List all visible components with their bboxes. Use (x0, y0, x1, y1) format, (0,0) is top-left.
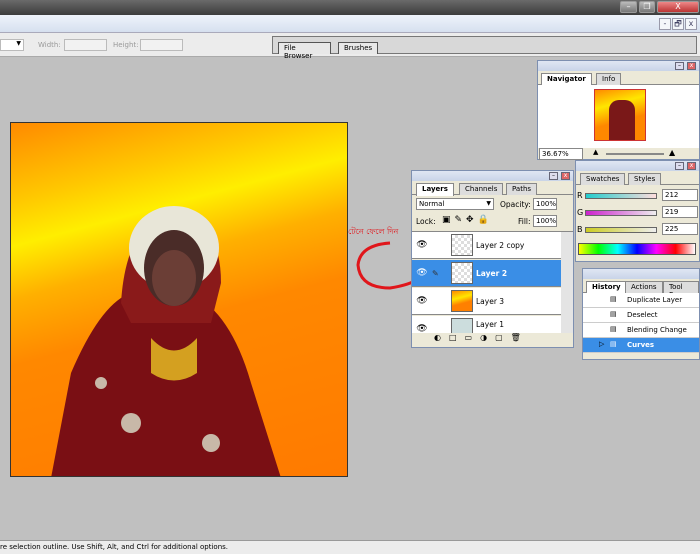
opacity-input[interactable]: 100% (533, 198, 557, 210)
width-input[interactable] (64, 39, 107, 51)
panel-minimize-button[interactable]: – (675, 162, 684, 170)
green-value[interactable]: 219 (662, 206, 698, 218)
document-canvas[interactable] (10, 122, 348, 477)
layer-row-selected[interactable]: 👁 ✎ Layer 2 (412, 260, 561, 287)
history-state-icon: ▤ (610, 340, 617, 348)
tab-paths[interactable]: Paths (506, 183, 538, 195)
blend-mode-dropdown[interactable]: Normal ▼ (416, 198, 494, 210)
panel-close-button[interactable]: x (687, 62, 696, 70)
r-label: R (577, 191, 583, 200)
panel-minimize-button[interactable]: – (549, 172, 558, 180)
eye-icon[interactable]: 👁 (414, 320, 430, 333)
tab-info[interactable]: Info (596, 73, 622, 85)
g-label: G (577, 208, 584, 217)
tab-actions[interactable]: Actions (625, 281, 663, 293)
height-label: Height: (113, 41, 139, 49)
history-item-label: Blending Change (627, 326, 687, 334)
restore-button[interactable]: ❐ (639, 1, 655, 13)
annotation-text: টেনে ফেলে দিন (348, 226, 398, 239)
history-item-label: Duplicate Layer (627, 296, 683, 304)
navigator-thumbnail[interactable] (594, 89, 646, 141)
brush-icon: ✎ (432, 269, 439, 278)
layers-footer-icons[interactable]: ◐□▭◑▢🗑 (412, 333, 573, 345)
tab-file-browser[interactable]: File Browser (278, 42, 331, 60)
zoom-out-icon[interactable]: ▲ (593, 148, 598, 156)
lock-label: Lock: (416, 217, 436, 226)
zoom-slider[interactable] (606, 153, 664, 155)
fill-label: Fill: (518, 217, 531, 226)
tab-styles[interactable]: Styles (628, 173, 662, 185)
minimize-button[interactable]: – (620, 1, 637, 13)
title-bar: – ❐ X (0, 0, 700, 15)
status-text: re selection outline. Use Shift, Alt, an… (0, 543, 229, 551)
blue-value[interactable]: 225 (662, 223, 698, 235)
close-button[interactable]: X (657, 1, 699, 13)
layer-name: Layer 3 (476, 297, 505, 306)
tab-channels[interactable]: Channels (459, 183, 504, 195)
history-state-icon: ▤ (610, 310, 617, 318)
history-item[interactable]: ▤ Deselect (583, 308, 699, 323)
history-panel: HistoryActionsTool Pres ▤Duplicate Layer… (582, 268, 700, 360)
style-dropdown[interactable]: ▼ (0, 39, 24, 51)
chevron-down-icon: ▼ (16, 40, 21, 47)
history-pointer-icon: ▷ (599, 340, 605, 348)
red-slider[interactable] (585, 193, 657, 199)
color-ramp[interactable] (578, 243, 696, 255)
history-item-label: Deselect (627, 311, 658, 319)
zoom-level[interactable]: 36.67% (539, 148, 583, 160)
b-label: B (577, 225, 583, 234)
layer-name: Layer 2 copy (476, 241, 525, 250)
lock-icons[interactable]: ▣✎✥🔒 (442, 215, 493, 225)
history-item-selected[interactable]: ▷ ▤ Curves (583, 338, 699, 353)
history-item[interactable]: ▤ Duplicate Layer (583, 293, 699, 308)
eye-icon[interactable]: 👁 (414, 264, 430, 282)
layer-row[interactable]: 👁 Layer 1 (412, 316, 561, 333)
layer-thumbnail (451, 262, 473, 284)
height-input[interactable] (140, 39, 183, 51)
girl-photo (51, 206, 281, 476)
fill-input[interactable]: 100% (533, 215, 557, 227)
chevron-down-icon: ▼ (486, 200, 491, 207)
history-state-icon: ▤ (610, 295, 617, 303)
green-slider[interactable] (585, 210, 657, 216)
panel-close-button[interactable]: x (687, 162, 696, 170)
layer-thumbnail (451, 318, 473, 333)
history-item[interactable]: ▤ Blending Change (583, 323, 699, 338)
layer-thumbnail (451, 234, 473, 256)
annotation-label: টেনে ফেলে দিন (348, 227, 399, 236)
color-panel: – x Swatches Styles R 212 G 219 B 225 (575, 160, 700, 262)
history-state-icon: ▤ (610, 325, 617, 333)
panel-minimize-button[interactable]: – (675, 62, 684, 70)
blend-mode-value: Normal (419, 200, 445, 208)
menu-bar: - 🗗 x (0, 15, 700, 33)
tab-tool-presets[interactable]: Tool Pres (663, 281, 699, 299)
eye-icon[interactable]: 👁 (414, 292, 430, 310)
layer-name: Layer 1 (476, 320, 505, 329)
history-item-label: Curves (627, 341, 655, 349)
layer-name: Layer 2 (476, 269, 508, 278)
red-value[interactable]: 212 (662, 189, 698, 201)
opacity-label: Opacity: (500, 200, 531, 209)
doc-minimize-button[interactable]: - (659, 18, 671, 30)
width-label: Width: (38, 41, 61, 49)
layer-thumbnail (451, 290, 473, 312)
panel-close-button[interactable]: x (561, 172, 570, 180)
blue-slider[interactable] (585, 227, 657, 233)
tab-swatches[interactable]: Swatches (580, 173, 626, 185)
layers-panel: – x Layers Channels Paths Normal ▼ Opacity: … (411, 170, 574, 348)
navigator-panel: – x Navigator Info 36.67% ▲ ▲ (537, 60, 700, 160)
doc-restore-button[interactable]: 🗗 (672, 18, 684, 30)
eye-icon[interactable]: 👁 (414, 236, 430, 254)
layer-row[interactable]: 👁 Layer 2 copy (412, 232, 561, 259)
tab-brushes[interactable]: Brushes (338, 42, 378, 54)
palette-well: File Browser Brushes (272, 36, 697, 60)
zoom-in-icon[interactable]: ▲ (669, 148, 675, 157)
doc-close-button[interactable]: x (685, 18, 697, 30)
layer-row[interactable]: 👁 Layer 3 (412, 288, 561, 315)
layers-scrollbar[interactable] (561, 232, 573, 333)
status-bar: re selection outline. Use Shift, Alt, an… (0, 540, 700, 554)
